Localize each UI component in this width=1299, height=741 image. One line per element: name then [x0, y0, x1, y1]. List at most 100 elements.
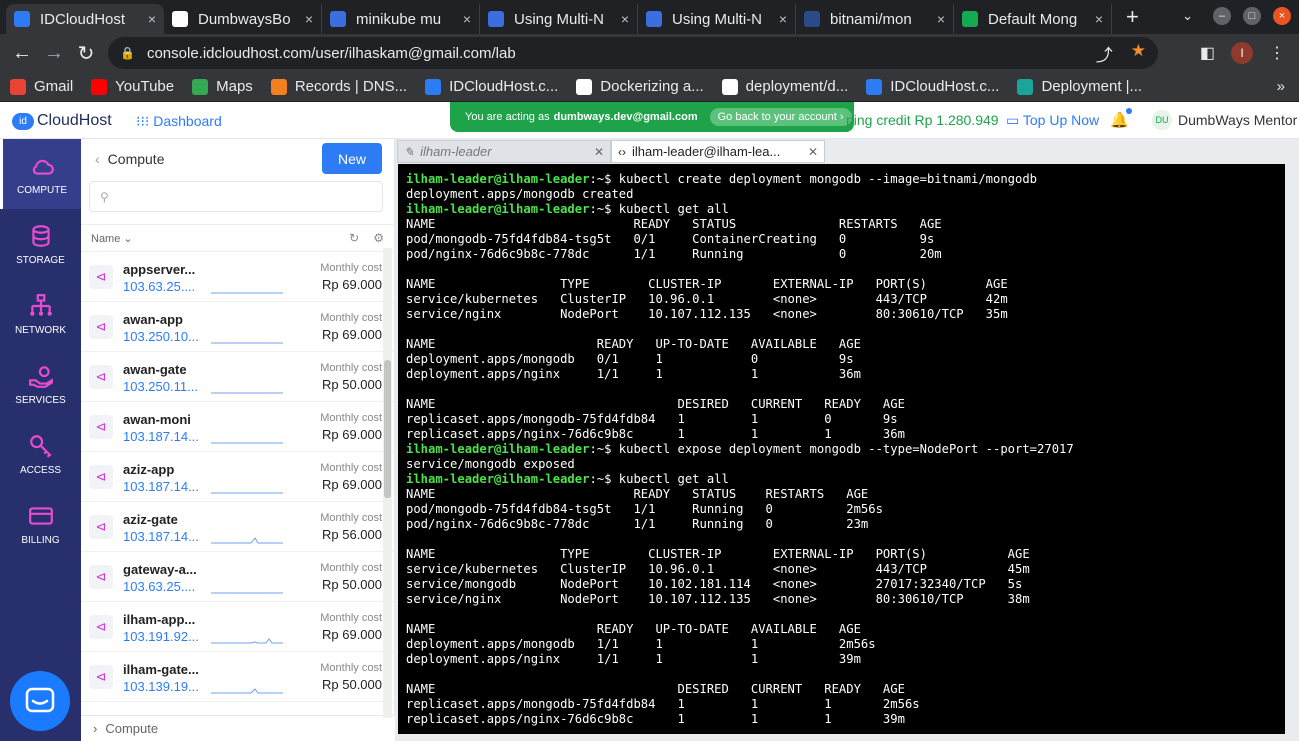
browser-tab[interactable]: bitnami/mon × — [796, 4, 954, 34]
rail-item-network[interactable]: NETWORK — [0, 279, 81, 349]
bookmark-item[interactable]: Gmail — [10, 78, 73, 95]
instance-name[interactable]: appserver... — [123, 262, 208, 277]
instance-ip[interactable]: 103.191.92... — [123, 629, 205, 644]
sort-by-name[interactable]: Name ⌄ — [91, 232, 133, 245]
forward-icon[interactable]: → — [38, 42, 70, 65]
close-window-button[interactable]: × — [1273, 7, 1291, 25]
browser-tab[interactable]: minikube mu × — [322, 4, 480, 34]
tab-close-icon[interactable]: × — [621, 11, 629, 27]
instance-ip[interactable]: 103.139.19... — [123, 679, 205, 694]
scrollbar-thumb[interactable] — [384, 360, 391, 498]
url-bar[interactable]: 🔒 console.idcloudhost.com/user/ilhaskam@… — [108, 37, 1158, 69]
filter-icon[interactable]: ⚙ — [373, 231, 384, 245]
rail-item-compute[interactable]: COMPUTE — [0, 139, 81, 209]
bookmark-item[interactable]: Deployment |... — [1017, 78, 1142, 95]
bookmark-item[interactable]: Dockerizing a... — [576, 78, 704, 95]
bookmark-item[interactable]: IDCloudHost.c... — [866, 78, 999, 95]
search-input[interactable]: ⚲ — [89, 181, 383, 212]
dashboard-link[interactable]: ⁝⁝⁝ Dashboard — [136, 113, 222, 130]
list-item[interactable]: ⊲ilham-leaderMonthly cost — [81, 702, 394, 706]
tab-close-icon[interactable]: × — [779, 11, 787, 27]
share-icon[interactable]: ⤴ — [1096, 41, 1113, 66]
user-menu[interactable]: DU DumbWays Mentor — [1152, 110, 1297, 130]
tab-close-icon[interactable]: × — [463, 11, 471, 27]
terminal-prompt: ilham-leader@ilham-leader — [406, 172, 590, 186]
browser-tab[interactable]: Using Multi-N × — [638, 4, 796, 34]
browser-tab[interactable]: Default Mong × — [954, 4, 1112, 34]
more-bookmarks-icon[interactable]: » — [1277, 78, 1285, 95]
instance-ip[interactable]: 103.187.14... — [123, 479, 205, 494]
url-text[interactable]: console.idcloudhost.com/user/ilhaskam@gm… — [147, 45, 516, 62]
instance-name[interactable]: ilham-gate... — [123, 662, 208, 677]
profile-avatar[interactable]: I — [1231, 42, 1253, 64]
notification-bell-icon[interactable]: 🔔 — [1110, 108, 1132, 129]
terminal-line: service/nginx NodePort 10.107.112.135 <n… — [406, 592, 1285, 607]
grid-icon: ⁝⁝⁝ — [136, 113, 150, 129]
list-item[interactable]: ⊲ awan-app 103.250.10... Monthly cost Rp 69.… — [81, 302, 394, 352]
instance-ip[interactable]: 103.250.10... — [123, 329, 205, 344]
rail-item-access[interactable]: ACCESS — [0, 419, 81, 489]
list-item[interactable]: ⊲ appserver... 103.63.25.... Monthly cost Rp… — [81, 252, 394, 302]
instance-name[interactable]: aziz-gate — [123, 512, 208, 527]
tab-close-icon[interactable]: × — [148, 11, 156, 27]
list-item[interactable]: ⊲ awan-moni 103.187.14... Monthly cost Rp 69… — [81, 402, 394, 452]
tab-close-icon[interactable]: × — [305, 11, 313, 27]
bookmark-item[interactable]: IDCloudHost.c... — [425, 78, 558, 95]
terminal-tab[interactable]: ‹› ilham-leader@ilham-lea... ✕ — [611, 140, 825, 163]
list-item[interactable]: ⊲ ilham-app... 103.191.92... Monthly cost Rp… — [81, 602, 394, 652]
wallet-icon: ▭ — [1006, 112, 1020, 128]
back-icon[interactable]: ← — [6, 42, 38, 65]
list-item[interactable]: ⊲ ilham-gate... 103.139.19... Monthly cost R… — [81, 652, 394, 702]
top-up-link[interactable]: ▭ Top Up Now — [1006, 112, 1099, 129]
back-chevron-icon[interactable]: ‹ — [95, 151, 100, 167]
chat-support-button[interactable] — [10, 671, 70, 731]
bookmark-item[interactable]: Maps — [192, 78, 253, 95]
list-item[interactable]: ⊲ awan-gate 103.250.11... Monthly cost Rp 50… — [81, 352, 394, 402]
instance-name[interactable]: awan-app — [123, 312, 208, 327]
rail-item-storage[interactable]: STORAGE — [0, 209, 81, 279]
terminal-tab[interactable]: ✎ ilham-leader ✕ — [397, 140, 611, 163]
list-scrollbar[interactable] — [383, 248, 392, 718]
browser-tab[interactable]: Using Multi-N × — [480, 4, 638, 34]
instance-name[interactable]: ilham-app... — [123, 612, 208, 627]
terminal-tab-close-icon[interactable]: ✕ — [808, 145, 818, 159]
go-back-button[interactable]: Go back to your account › — [709, 108, 852, 126]
browser-tab[interactable]: DumbwaysBo × — [164, 4, 322, 34]
terminal-tab-close-icon[interactable]: ✕ — [594, 145, 604, 159]
tab-close-icon[interactable]: × — [1095, 11, 1103, 27]
reload-icon[interactable]: ↻ — [70, 41, 102, 66]
instance-ip[interactable]: 103.250.11... — [123, 379, 205, 394]
bookmark-icon — [10, 78, 26, 95]
new-button[interactable]: New — [322, 143, 382, 174]
instance-ip[interactable]: 103.63.25.... — [123, 579, 205, 594]
sidepanel-icon[interactable]: ◧ — [1200, 43, 1215, 63]
minimize-button[interactable]: – — [1213, 7, 1231, 25]
rail-item-billing[interactable]: BILLING — [0, 489, 81, 559]
bookmark-item[interactable]: YouTube — [91, 78, 174, 95]
bookmark-star-icon[interactable]: ★ — [1131, 41, 1146, 66]
list-item[interactable]: ⊲ gateway-a... 103.63.25.... Monthly cost Rp… — [81, 552, 394, 602]
chevron-right-icon[interactable]: › — [93, 721, 97, 736]
instance-name[interactable]: awan-gate — [123, 362, 208, 377]
browser-menu-icon[interactable]: ⋮ — [1269, 43, 1285, 63]
rail-item-services[interactable]: SERVICES — [0, 349, 81, 419]
browser-tab[interactable]: IDCloudHost × — [6, 4, 164, 34]
list-item[interactable]: ⊲ aziz-gate 103.187.14... Monthly cost Rp 56… — [81, 502, 394, 552]
terminal-output[interactable]: ilham-leader@ilham-leader:~$ kubectl cre… — [398, 164, 1285, 734]
refresh-icon[interactable]: ↻ — [349, 231, 359, 245]
tab-search-icon[interactable]: ⌄ — [1182, 8, 1193, 24]
instance-ip[interactable]: 103.63.25.... — [123, 279, 205, 294]
bookmark-item[interactable]: Records | DNS... — [270, 78, 407, 95]
lock-icon[interactable]: 🔒 — [120, 46, 135, 60]
instance-ip[interactable]: 103.187.14... — [123, 529, 205, 544]
bookmark-item[interactable]: deployment/d... — [721, 78, 848, 95]
instance-ip[interactable]: 103.187.14... — [123, 429, 205, 444]
maximize-button[interactable]: □ — [1243, 7, 1261, 25]
instance-name[interactable]: aziz-app — [123, 462, 208, 477]
idcloudhost-logo[interactable]: id CloudHost — [12, 112, 112, 130]
new-tab-button[interactable]: + — [1126, 4, 1139, 30]
tab-close-icon[interactable]: × — [937, 11, 945, 27]
instance-name[interactable]: gateway-a... — [123, 562, 208, 577]
instance-name[interactable]: awan-moni — [123, 412, 208, 427]
list-item[interactable]: ⊲ aziz-app 103.187.14... Monthly cost Rp 69.… — [81, 452, 394, 502]
